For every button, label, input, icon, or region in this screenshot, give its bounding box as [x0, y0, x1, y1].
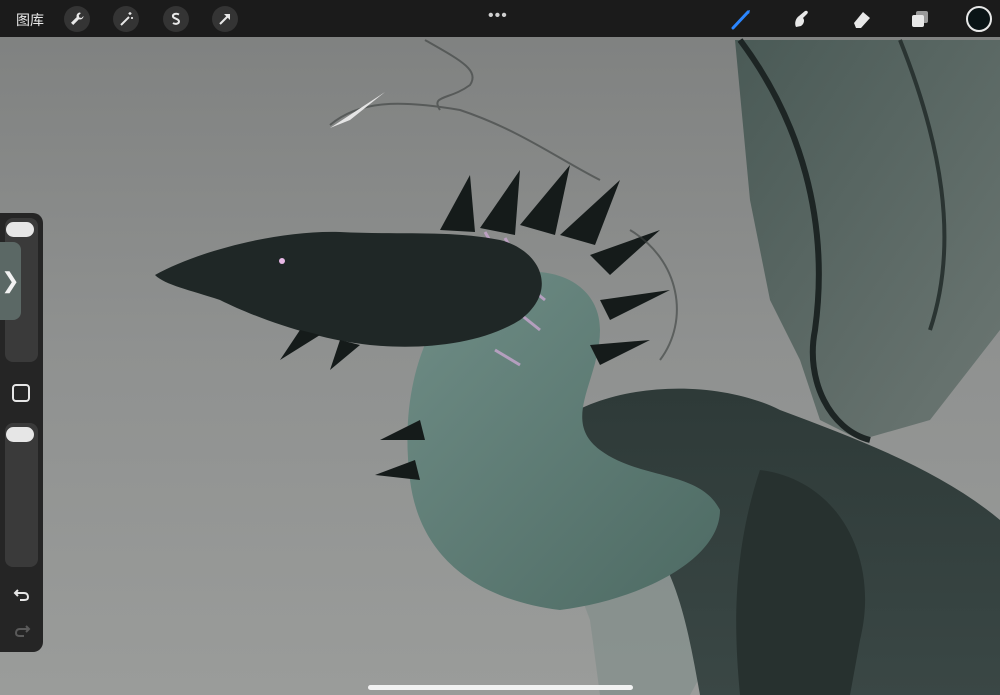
gallery-button[interactable]: 图库 — [16, 10, 44, 30]
sidebar-expand-tab[interactable]: ❯ — [0, 242, 21, 320]
redo-button[interactable] — [11, 621, 33, 641]
adjustments-button[interactable] — [113, 6, 139, 32]
opacity-slider[interactable] — [5, 423, 38, 567]
actions-button[interactable] — [64, 6, 90, 32]
brush-tool-button[interactable] — [730, 8, 752, 30]
home-indicator — [368, 685, 633, 690]
smudge-tool-button[interactable] — [790, 8, 812, 30]
top-toolbar: 图库 ••• — [0, 0, 1000, 37]
selection-button[interactable] — [163, 6, 189, 32]
magic-wand-icon — [120, 12, 133, 26]
smudge-finger-icon — [795, 10, 808, 28]
wrench-icon — [71, 12, 84, 25]
brush-size-thumb[interactable] — [6, 222, 34, 237]
selection-s-icon — [171, 12, 181, 25]
opacity-thumb[interactable] — [6, 427, 34, 442]
undo-button[interactable] — [11, 585, 33, 605]
undo-icon — [13, 589, 30, 601]
dragon-eye — [279, 258, 285, 264]
drawing-canvas[interactable] — [0, 0, 1000, 695]
redo-icon — [14, 625, 31, 637]
eraser-icon — [854, 12, 870, 28]
brush-icon — [731, 10, 750, 30]
transform-button[interactable] — [212, 6, 238, 32]
ellipsis-icon[interactable]: ••• — [488, 7, 508, 25]
current-color-swatch[interactable] — [966, 6, 992, 32]
layers-icon — [912, 11, 928, 27]
arrow-cursor-icon — [219, 14, 230, 25]
layers-button[interactable] — [909, 8, 931, 30]
eraser-tool-button[interactable] — [850, 8, 872, 30]
modify-button[interactable] — [12, 384, 30, 402]
chevron-right-icon: ❯ — [1, 268, 20, 293]
